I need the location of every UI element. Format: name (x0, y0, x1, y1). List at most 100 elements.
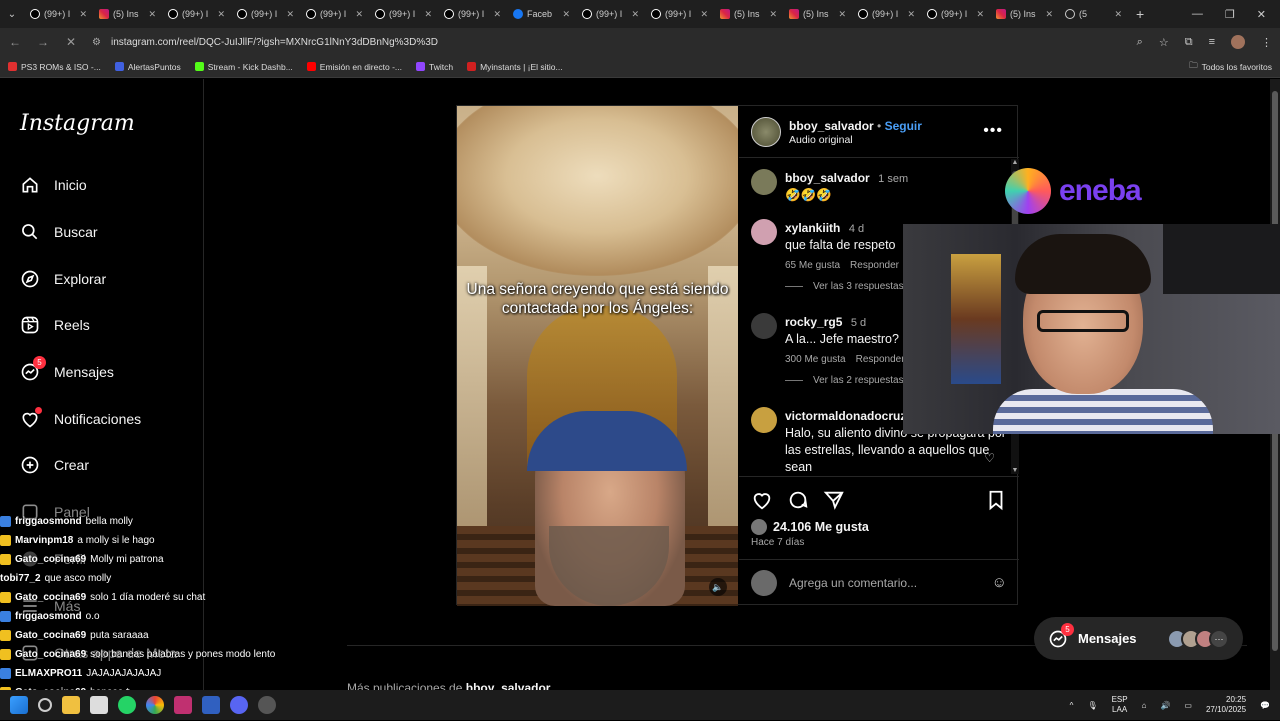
microphone-icon[interactable]: 🎙 (1087, 701, 1097, 710)
comment-icon[interactable] (787, 489, 809, 516)
maximize-icon[interactable]: ❐ (1225, 8, 1235, 21)
url-field[interactable]: ⚙ instagram.com/reel/DQC-JuIJllF/?igsh=M… (92, 37, 1123, 48)
commenter-avatar[interactable] (751, 407, 777, 433)
bookmark-item[interactable]: AlertasPuntos (114, 62, 181, 72)
messages-pill[interactable]: 5 Mensajes ··· (1034, 617, 1243, 660)
zoom-icon[interactable]: ⌕ (1137, 36, 1143, 49)
author-username[interactable]: bboy_salvador (789, 119, 874, 133)
comment-like-icon[interactable]: ♡ (984, 451, 995, 465)
mute-icon[interactable]: 🔈 (709, 578, 727, 596)
commenter-avatar[interactable] (751, 313, 777, 339)
author-avatar[interactable] (751, 117, 781, 147)
whatsapp-icon[interactable] (118, 696, 136, 714)
share-icon[interactable] (823, 489, 845, 516)
commenter-username[interactable]: bboy_salvador (785, 171, 870, 185)
explorer-icon[interactable] (62, 696, 80, 714)
close-tab-icon[interactable]: ✕ (355, 9, 363, 20)
browser-tab[interactable]: (5) Ins ✕ (783, 0, 852, 28)
bookmark-star-icon[interactable]: ☆ (1159, 36, 1169, 49)
browser-tab[interactable]: (99+) I ✕ (921, 0, 990, 28)
close-window-icon[interactable]: ✕ (1257, 8, 1266, 21)
like-icon[interactable] (751, 489, 773, 516)
close-tab-icon[interactable]: ✕ (562, 9, 570, 20)
bookmark-item[interactable]: Stream - Kick Dashb... (194, 62, 293, 72)
save-icon[interactable] (985, 489, 1007, 516)
app-icon[interactable] (202, 696, 220, 714)
sidebar-item-notificaciones[interactable]: Notificaciones (20, 407, 141, 429)
close-tab-icon[interactable]: ✕ (838, 9, 846, 20)
follow-button[interactable]: Seguir (885, 119, 922, 133)
reel-video[interactable]: Una señora creyendo que está siendo cont… (457, 106, 738, 606)
sidebar-item-inicio[interactable]: Inicio (20, 175, 87, 195)
sidebar-item-explorar[interactable]: Explorar (20, 269, 106, 289)
browser-tab[interactable]: (5 ✕ (1059, 0, 1128, 28)
browser-tab[interactable]: (99+) I ✕ (231, 0, 300, 28)
close-tab-icon[interactable]: ✕ (424, 9, 432, 20)
store-icon[interactable] (90, 696, 108, 714)
forward-icon[interactable]: → (36, 35, 50, 49)
reply-button[interactable]: Responder (856, 354, 905, 365)
site-info-icon[interactable]: ⚙ (92, 37, 101, 48)
close-tab-icon[interactable]: ✕ (217, 9, 225, 20)
browser-tab[interactable]: (99+) I ✕ (162, 0, 231, 28)
browser-menu-icon[interactable]: ⋮ (1261, 36, 1272, 49)
close-tab-icon[interactable]: ✕ (769, 9, 777, 20)
notifications-icon[interactable]: 💬 (1260, 701, 1270, 710)
browser-tab[interactable]: (99+) I ✕ (438, 0, 507, 28)
sidebar-item-reels[interactable]: Reels (20, 315, 90, 335)
close-tab-icon[interactable]: ✕ (907, 9, 915, 20)
sidebar-item-crear[interactable]: Crear (20, 455, 89, 475)
tab-search-chevron-icon[interactable]: ⌄ (0, 9, 24, 20)
chrome-icon[interactable] (146, 696, 164, 714)
profile-avatar[interactable] (1231, 35, 1245, 49)
likes-count[interactable]: 24.106 Me gusta (751, 519, 869, 535)
browser-tab[interactable]: (99+) I ✕ (645, 0, 714, 28)
browser-tab[interactable]: (5) Ins ✕ (714, 0, 783, 28)
bookmark-item[interactable]: Emisión en directo -... (306, 62, 402, 72)
language-indicator[interactable]: ESP LAA (1112, 695, 1128, 715)
more-options-icon[interactable]: ••• (983, 122, 1003, 140)
close-tab-icon[interactable]: ✕ (148, 9, 156, 20)
browser-tab[interactable]: Faceb ✕ (507, 0, 576, 28)
close-tab-icon[interactable]: ✕ (493, 9, 501, 20)
close-tab-icon[interactable]: ✕ (286, 9, 294, 20)
bookmark-item[interactable]: Myinstants | ¡El sitio... (467, 62, 563, 72)
volume-icon[interactable]: 🔊 (1160, 701, 1170, 710)
instagram-logo[interactable]: Instagram (20, 111, 135, 136)
browser-tab[interactable]: (5) Ins ✕ (990, 0, 1059, 28)
clock[interactable]: 20:25 27/10/2025 (1206, 695, 1246, 715)
commenter-avatar[interactable] (751, 219, 777, 245)
browser-tab[interactable]: (5) Ins ✕ (93, 0, 162, 28)
commenter-username[interactable]: rocky_rg5 (785, 315, 842, 329)
discord-icon[interactable] (230, 696, 248, 714)
url-text[interactable]: instagram.com/reel/DQC-JuIJllF/?igsh=MXN… (111, 37, 438, 48)
sidebar-item-mensajes[interactable]: 5 Mensajes (20, 356, 114, 382)
close-tab-icon[interactable]: ✕ (1045, 9, 1053, 20)
media-controls-icon[interactable]: ≡ (1209, 36, 1215, 48)
comment-likes[interactable]: 65 Me gusta (785, 260, 840, 271)
app-icon[interactable] (258, 696, 276, 714)
emoji-icon[interactable]: ☺ (992, 574, 1007, 591)
commenter-username[interactable]: victormaldonadocruz3 (785, 409, 913, 423)
comment-likes[interactable]: 300 Me gusta (785, 354, 846, 365)
minimize-icon[interactable]: — (1192, 8, 1203, 21)
all-bookmarks-button[interactable]: 🗀 Todos los favoritos (1189, 60, 1272, 74)
reply-button[interactable]: Responder (850, 260, 899, 271)
close-tab-icon[interactable]: ✕ (976, 9, 984, 20)
app-icon[interactable] (174, 696, 192, 714)
browser-tab[interactable]: (99+) I ✕ (369, 0, 438, 28)
audio-link[interactable]: Audio original (789, 134, 853, 146)
scroll-up-icon[interactable]: ▲ (1011, 159, 1019, 166)
sidebar-item-buscar[interactable]: Buscar (20, 222, 98, 242)
reload-stop-icon[interactable]: ✕ (64, 35, 78, 49)
close-tab-icon[interactable]: ✕ (79, 9, 87, 20)
commenter-username[interactable]: xylankiith (785, 221, 840, 235)
extensions-icon[interactable]: ⧉ (1185, 36, 1193, 49)
search-icon[interactable] (38, 698, 52, 712)
new-tab-button[interactable]: + (1128, 6, 1152, 22)
network-icon[interactable]: ⌂ (1142, 701, 1147, 710)
scroll-down-icon[interactable]: ▼ (1011, 467, 1019, 474)
start-icon[interactable] (10, 696, 28, 714)
close-tab-icon[interactable]: ✕ (1114, 9, 1122, 20)
browser-tab[interactable]: (99+) I ✕ (300, 0, 369, 28)
